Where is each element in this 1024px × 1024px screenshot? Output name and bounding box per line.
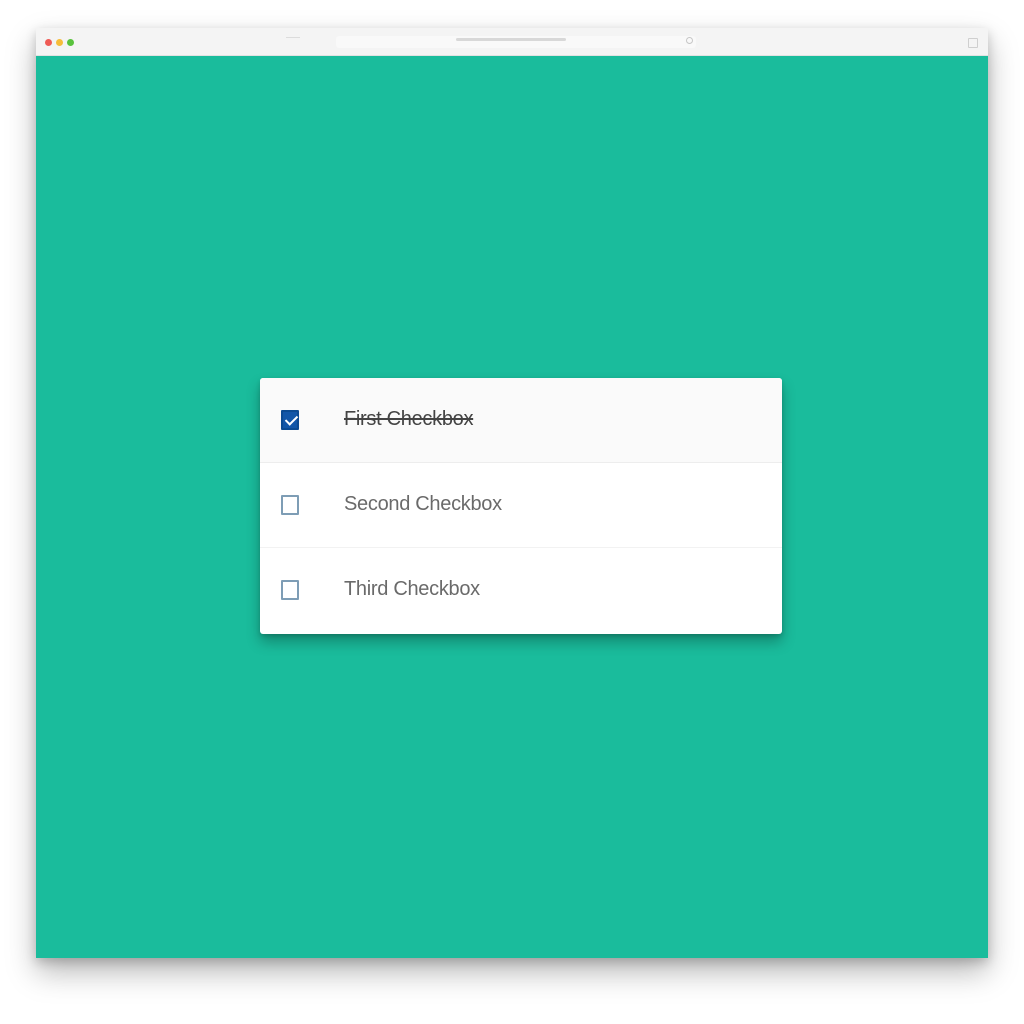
address-bar[interactable] — [336, 36, 696, 48]
third-checkbox-label[interactable]: Third Checkbox — [344, 578, 480, 601]
second-checkbox-label[interactable]: Second Checkbox — [344, 493, 502, 516]
browser-window: First Checkbox Second Checkbox Third Che… — [36, 28, 988, 958]
checkbox-card: First Checkbox Second Checkbox Third Che… — [260, 378, 782, 634]
second-checkbox[interactable] — [281, 495, 299, 515]
browser-menu-icon[interactable] — [968, 38, 978, 48]
checkbox-row[interactable]: First Checkbox — [260, 378, 782, 463]
third-checkbox[interactable] — [281, 580, 299, 600]
first-checkbox-label[interactable]: First Checkbox — [344, 408, 473, 431]
browser-titlebar — [36, 28, 988, 56]
checkbox-row[interactable]: Second Checkbox — [260, 463, 782, 548]
close-window-icon[interactable] — [45, 39, 52, 46]
maximize-window-icon[interactable] — [67, 39, 74, 46]
checkmark-icon — [284, 412, 299, 426]
first-checkbox[interactable] — [281, 410, 299, 430]
address-text-placeholder — [456, 38, 566, 41]
minimize-window-icon[interactable] — [56, 39, 63, 46]
reload-icon[interactable] — [686, 37, 693, 44]
browser-tab[interactable] — [286, 37, 300, 44]
checkbox-row[interactable]: Third Checkbox — [260, 548, 782, 633]
